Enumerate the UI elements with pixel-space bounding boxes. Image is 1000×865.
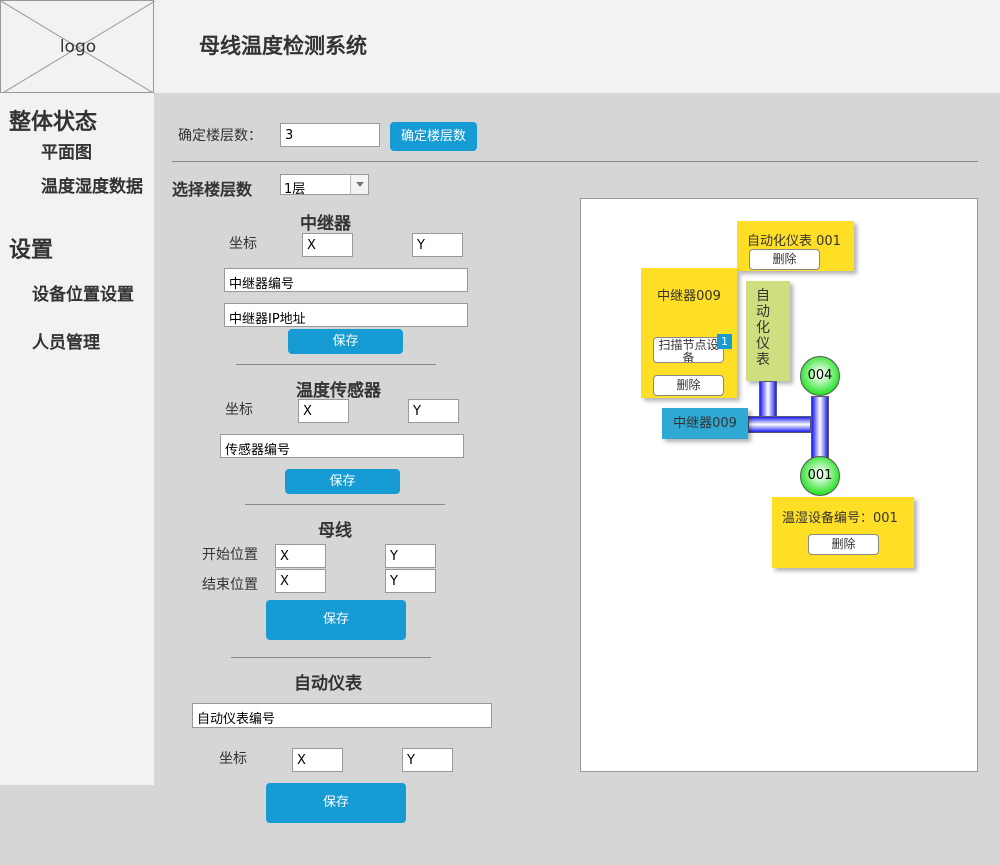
divider [231, 657, 431, 658]
auto-meter-id-input[interactable]: 自动仪表编号 [192, 703, 492, 728]
floor-select-label: 选择楼层数 [172, 180, 253, 199]
repeater-section-title: 中继器 [300, 214, 351, 234]
auto-meter-x-input[interactable]: X [292, 748, 343, 772]
repeater-x-input[interactable]: X [302, 233, 353, 257]
sidebar-heading-status[interactable]: 整体状态 [9, 104, 97, 136]
app-title: 母线温度检测系统 [199, 34, 367, 58]
meter-note: 自动化仪表 001 删除 [737, 221, 854, 271]
busbar-section-title: 母线 [318, 521, 352, 541]
sensor-node-004[interactable]: 004 [800, 356, 840, 396]
sidebar-item-personnel[interactable]: 人员管理 [32, 328, 100, 353]
repeater-note: 中继器009 扫描节点设备 1 删除 [641, 268, 737, 398]
busbar-segment[interactable] [748, 416, 811, 433]
repeater-marker[interactable]: 中继器009 [662, 408, 748, 439]
busbar-end-y-input[interactable]: Y [385, 569, 436, 593]
busbar-end-x-input[interactable]: X [275, 569, 326, 593]
auto-meter-section-title: 自动仪表 [294, 674, 362, 694]
temp-sensor-coord-label: 坐标 [225, 402, 253, 418]
repeater-id-input[interactable]: 中继器编号 [224, 268, 468, 292]
divider [245, 504, 445, 505]
auto-meter-coord-label: 坐标 [219, 751, 247, 767]
repeater-y-input[interactable]: Y [412, 233, 463, 257]
temp-sensor-section-title: 温度传感器 [296, 381, 381, 401]
notification-badge: 1 [717, 334, 732, 349]
floor-count-input[interactable]: 3 [280, 123, 380, 147]
th-device-note-text: 温湿设备编号：001 [782, 511, 898, 526]
busbar-start-y-input[interactable]: Y [385, 544, 436, 568]
repeater-note-title: 中继器009 [657, 289, 721, 304]
meter-delete-button[interactable]: 删除 [749, 249, 820, 270]
repeater-delete-button[interactable]: 删除 [653, 375, 724, 396]
temp-sensor-x-input[interactable]: X [298, 399, 349, 423]
floor-count-label: 确定楼层数： [178, 128, 262, 144]
repeater-save-button[interactable]: 保存 [288, 329, 403, 354]
divider [236, 364, 436, 365]
meter-device-label: 自动化仪表 [756, 288, 770, 368]
th-device-delete-button[interactable]: 删除 [808, 534, 879, 555]
th-device-note: 温湿设备编号：001 删除 [772, 497, 914, 568]
busbar-end-label: 结束位置 [202, 577, 258, 593]
confirm-floor-count-button[interactable]: 确定楼层数 [390, 122, 477, 151]
sidebar-item-device-position[interactable]: 设备位置设置 [32, 280, 134, 305]
busbar-start-x-input[interactable]: X [275, 544, 326, 568]
auto-meter-y-input[interactable]: Y [402, 748, 453, 772]
logo-text: logo [59, 37, 97, 57]
logo: logo [0, 0, 155, 94]
auto-meter-save-button[interactable]: 保存 [266, 783, 406, 823]
busbar-save-button[interactable]: 保存 [266, 600, 406, 640]
repeater-ip-input[interactable]: 中继器IP地址 [224, 303, 468, 327]
divider [172, 161, 978, 162]
meter-device-marker[interactable]: 自动化仪表 [746, 281, 790, 381]
repeater-coord-label: 坐标 [229, 236, 257, 252]
sidebar-item-temp-humidity[interactable]: 温度湿度数据 [41, 172, 143, 197]
sidebar-item-floor-plan[interactable]: 平面图 [41, 138, 92, 163]
floor-select-value: 1层 [284, 182, 306, 197]
meter-note-text: 自动化仪表 001 [747, 234, 841, 249]
temp-sensor-save-button[interactable]: 保存 [285, 469, 400, 494]
chevron-down-icon [350, 175, 368, 194]
sidebar-heading-settings[interactable]: 设置 [9, 232, 53, 264]
floor-select[interactable]: 1层 [280, 174, 369, 197]
temp-sensor-id-input[interactable]: 传感器编号 [220, 434, 464, 458]
busbar-start-label: 开始位置 [202, 547, 258, 563]
sensor-node-001[interactable]: 001 [800, 456, 840, 496]
scan-nodes-button[interactable]: 扫描节点设备 [653, 337, 724, 363]
busbar-segment[interactable] [759, 381, 777, 417]
temp-sensor-y-input[interactable]: Y [408, 399, 459, 423]
